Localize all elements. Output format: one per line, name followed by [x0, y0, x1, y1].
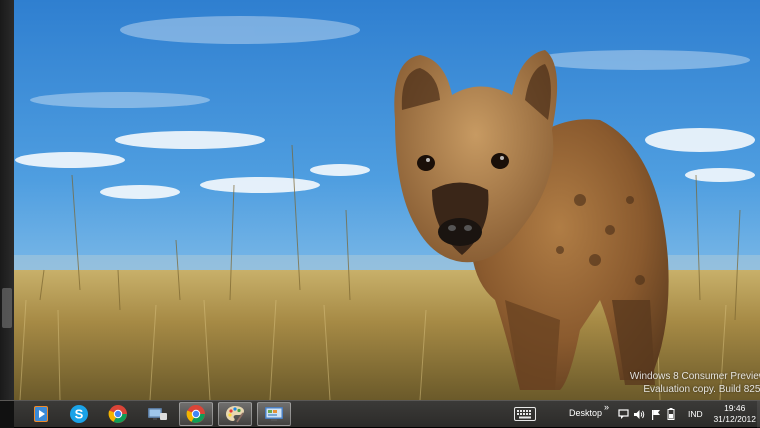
taskbar-left-edge	[0, 401, 14, 428]
control-panel-icon	[265, 407, 283, 421]
taskbar-network-button[interactable]	[140, 402, 174, 426]
volume-icon[interactable]	[633, 409, 645, 420]
wallpaper-image	[0, 0, 760, 400]
flag-notification-icon[interactable]	[651, 409, 661, 420]
taskbar-chrome-window-button[interactable]	[179, 402, 213, 426]
app-peek-thumbnail[interactable]	[2, 288, 12, 328]
touch-keyboard-icon[interactable]	[514, 407, 536, 421]
skype-icon: S	[70, 405, 88, 423]
monitor-network-icon	[148, 408, 167, 420]
action-center-icon[interactable]	[618, 409, 629, 420]
clock-time: 19:46	[724, 403, 746, 413]
system-clock[interactable]: 19:46 31/12/2012	[713, 403, 756, 425]
toolbar-chevron[interactable]: »	[604, 402, 609, 412]
taskbar-skype-button[interactable]: S	[62, 402, 96, 426]
watermark-line-1: Windows 8 Consumer Preview	[629, 371, 760, 382]
left-screen-edge	[0, 0, 14, 400]
taskbar-control-panel-button[interactable]	[257, 402, 291, 426]
media-player-icon	[34, 406, 48, 422]
svg-text:S: S	[75, 407, 84, 422]
taskbar-chrome-button[interactable]	[101, 402, 135, 426]
chrome-icon	[108, 405, 127, 423]
evaluation-watermark: Windows 8 Consumer Preview Evaluation co…	[630, 370, 760, 396]
paint-palette-icon	[226, 406, 244, 423]
desktop-toolbar-label[interactable]: Desktop	[569, 408, 602, 418]
desktop[interactable]: Windows 8 Consumer Preview Evaluation co…	[0, 0, 760, 400]
battery-icon[interactable]	[667, 408, 675, 420]
chrome-icon	[186, 405, 205, 423]
taskbar-paint-button[interactable]	[218, 402, 252, 426]
taskbar: S Desktop » IND 19:46 31/12/2012	[0, 400, 760, 428]
clock-date: 31/12/2012	[713, 414, 756, 424]
taskbar-media-player-button[interactable]	[24, 402, 58, 426]
input-language-indicator[interactable]: IND	[688, 409, 703, 419]
watermark-line-2: Evaluation copy. Build 8250	[643, 384, 760, 395]
